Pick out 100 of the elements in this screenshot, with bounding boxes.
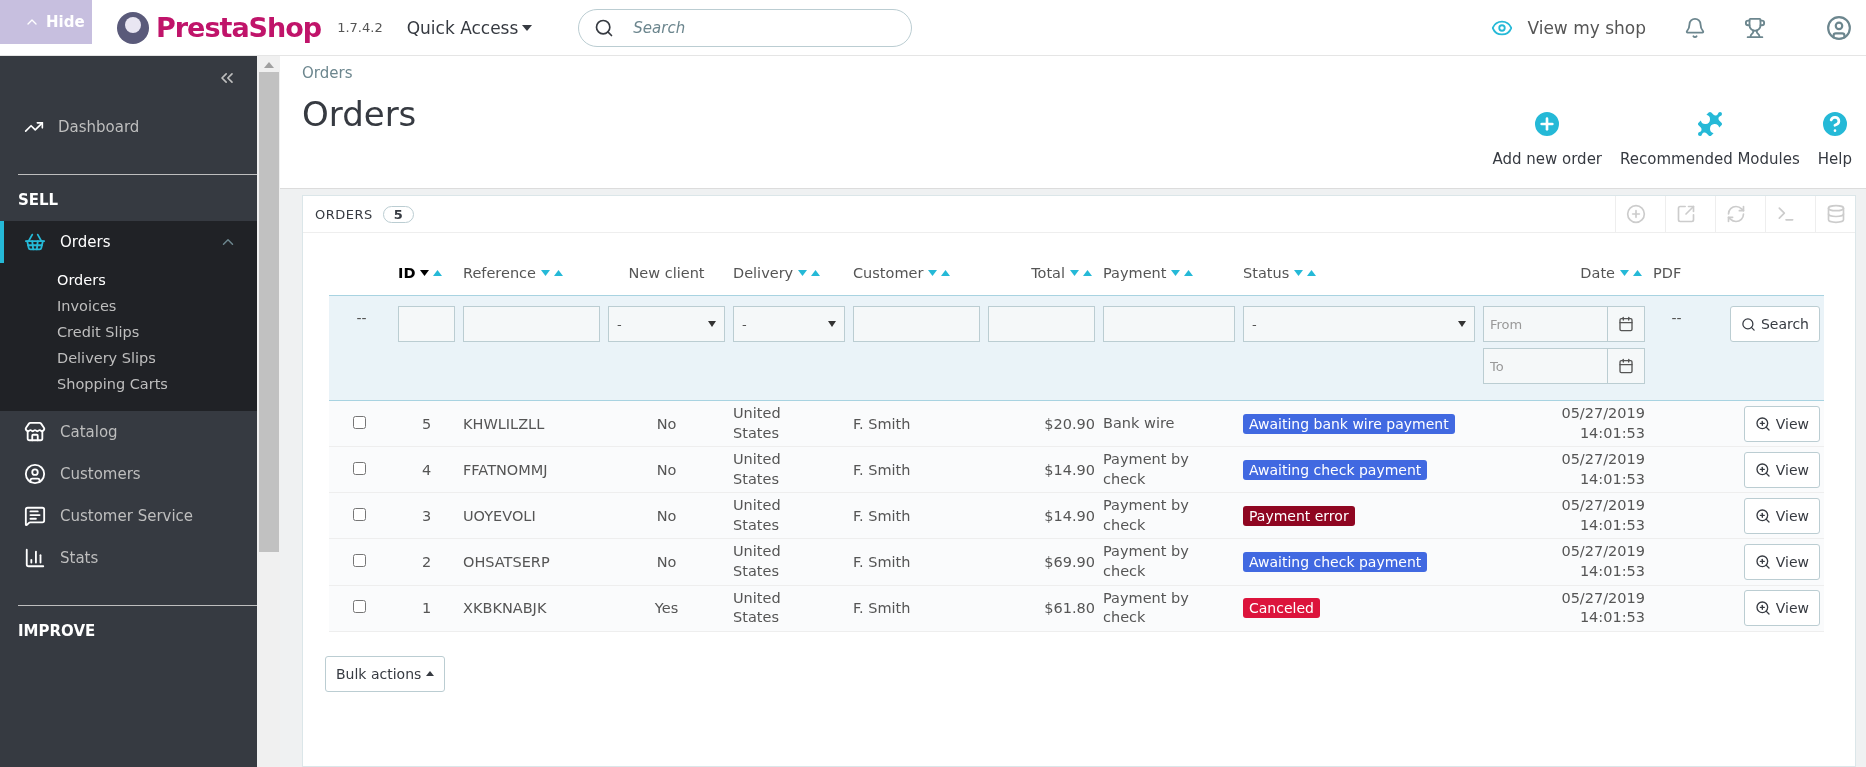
table-cell: FFATNOMMJ — [463, 461, 548, 478]
view-button[interactable]: View — [1743, 451, 1820, 488]
sidebar-item[interactable]: Catalog — [0, 411, 257, 453]
chat-icon — [24, 505, 46, 527]
date-field[interactable]: From — [1483, 306, 1608, 342]
submenu-item[interactable]: Invoices — [0, 293, 257, 319]
version-label: 1.7.4.2 — [337, 20, 383, 35]
caret-icon — [1458, 321, 1466, 327]
filter-field[interactable] — [463, 306, 600, 342]
status-badge: Awaiting check payment — [1243, 459, 1428, 480]
filter-field[interactable] — [853, 306, 980, 342]
calendar-icon — [1618, 316, 1634, 332]
section-title: IMPROVE — [17, 621, 97, 642]
zoom-icon — [1754, 461, 1771, 478]
row-checkbox[interactable] — [353, 553, 366, 567]
column-header[interactable]: Date — [1580, 265, 1615, 281]
table-cell: No — [656, 415, 677, 432]
caret-icon — [708, 321, 716, 327]
sidebar-item[interactable]: Dashboard — [0, 106, 257, 148]
caret-icon — [828, 321, 836, 327]
table-cell: F. Smith — [853, 415, 911, 432]
filter-dropdown[interactable]: - — [1243, 306, 1475, 342]
table-cell-text: United States — [733, 450, 782, 489]
table-cell: $14.90 — [1044, 507, 1095, 524]
zoom-icon — [1754, 553, 1771, 570]
table-cell-text: Payment by check — [1103, 496, 1190, 535]
row-checkbox[interactable] — [353, 461, 366, 475]
column-header[interactable]: Delivery — [733, 265, 794, 281]
column-header[interactable]: Payment — [1103, 265, 1167, 281]
submenu-item[interactable]: Orders — [0, 267, 257, 293]
trophy-icon[interactable] — [1744, 16, 1766, 39]
chart-icon — [24, 547, 46, 569]
search-field[interactable]: Search — [578, 8, 913, 47]
submenu-item[interactable]: Credit Slips — [0, 319, 257, 345]
search-button[interactable]: Search — [1729, 306, 1820, 342]
export-icon — [1675, 204, 1696, 224]
empty-filter-text: -- — [355, 309, 368, 326]
store-icon — [24, 421, 46, 443]
logo-icon — [116, 10, 150, 45]
zoom-icon — [1754, 415, 1771, 432]
table-cell: No — [656, 507, 677, 524]
user-icon — [24, 463, 46, 485]
table-cell: F. Smith — [853, 461, 911, 478]
table-cell: UOYEVOLI — [463, 507, 536, 524]
table-cell-text: 05/27/2019 14:01:53 — [1560, 542, 1645, 581]
sidebar-item[interactable]: Customer Service — [0, 495, 257, 537]
empty-filter-text: -- — [1670, 309, 1683, 326]
sidebar-item[interactable]: Orders — [0, 221, 257, 263]
row-checkbox[interactable] — [353, 507, 366, 521]
column-header[interactable]: Customer — [853, 265, 924, 281]
quick-access-menu[interactable]: Quick Access — [406, 17, 533, 38]
column-header[interactable]: Reference — [463, 265, 537, 281]
toolbar-button[interactable]: Help — [1817, 108, 1852, 168]
add-icon — [1625, 204, 1646, 224]
search-icon — [1740, 316, 1756, 332]
column-header[interactable]: ID — [398, 265, 416, 281]
table-cell-text: United States — [733, 588, 782, 628]
scroll-up-icon[interactable] — [263, 62, 274, 68]
column-header[interactable]: Status — [1243, 265, 1290, 281]
row-checkbox[interactable] — [353, 415, 366, 429]
table-cell: KHWLILZLL — [463, 415, 545, 432]
filter-field[interactable] — [398, 306, 455, 342]
row-checkbox[interactable] — [353, 600, 366, 614]
column-header[interactable]: Total — [1031, 265, 1065, 281]
bulk-actions-button[interactable]: Bulk actions — [325, 655, 446, 692]
view-button[interactable]: View — [1743, 543, 1820, 580]
calendar-icon — [1618, 358, 1634, 374]
table-cell-text: United States — [733, 496, 782, 535]
calendar-button[interactable] — [1608, 348, 1645, 384]
view-shop-link[interactable]: View my shop — [1491, 16, 1646, 39]
page-title: Orders — [302, 94, 418, 134]
toolbar-button[interactable]: Add new order — [1492, 108, 1603, 168]
table-cell: No — [656, 461, 677, 478]
view-button[interactable]: View — [1743, 405, 1820, 442]
date-field[interactable]: To — [1483, 348, 1608, 384]
view-button[interactable]: View — [1743, 497, 1820, 534]
filter-dropdown[interactable]: - — [608, 306, 725, 342]
account-icon[interactable] — [1826, 14, 1852, 41]
breadcrumb[interactable]: Orders — [302, 64, 1493, 82]
filter-field[interactable] — [1103, 306, 1235, 342]
search-icon — [594, 17, 615, 38]
panel-title: ORDERS — [315, 206, 373, 222]
column-header: PDF — [1653, 265, 1682, 281]
calendar-button[interactable] — [1608, 306, 1645, 342]
view-button[interactable]: View — [1743, 590, 1820, 627]
logo: PrestaShop — [156, 12, 322, 43]
sidebar-item[interactable]: Customers — [0, 453, 257, 495]
filter-field[interactable] — [988, 306, 1095, 342]
bell-icon[interactable] — [1684, 16, 1706, 39]
submenu-item[interactable]: Shopping Carts — [0, 371, 257, 397]
filter-dropdown[interactable]: - — [733, 306, 845, 342]
submenu-item[interactable]: Delivery Slips — [0, 345, 257, 371]
refresh-icon — [1725, 204, 1746, 224]
table-cell-text: United States — [733, 542, 782, 581]
toolbar-button[interactable]: Recommended Modules — [1620, 108, 1800, 168]
sidebar-item[interactable]: Stats — [0, 537, 257, 579]
table-cell-text: 05/27/2019 14:01:53 — [1560, 404, 1645, 443]
table-cell-text: Payment by check — [1103, 542, 1190, 581]
table-cell: 5 — [421, 415, 432, 432]
table-cell-text: Payment by check — [1103, 450, 1190, 489]
